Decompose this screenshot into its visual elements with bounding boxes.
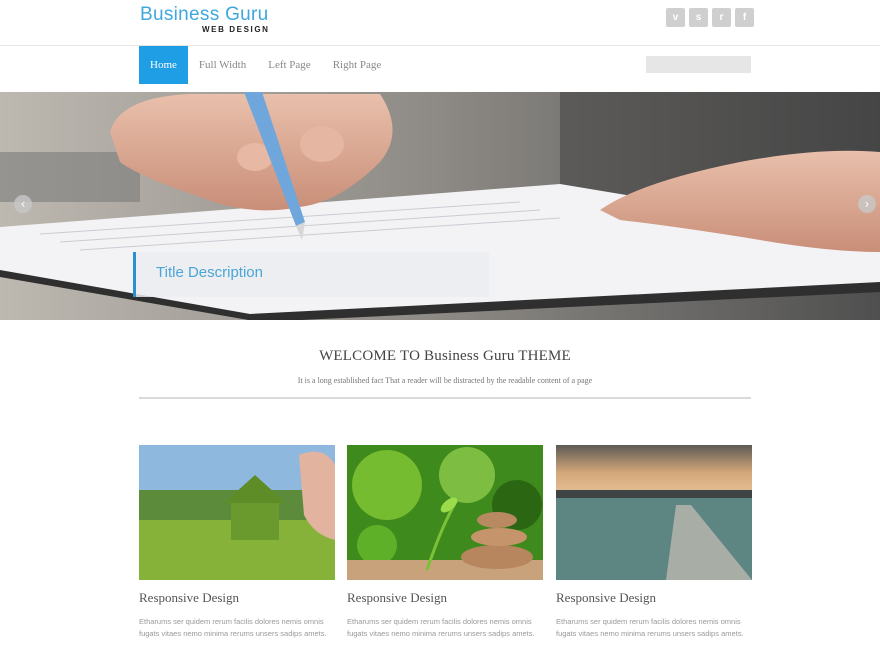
feature-card: Responsive Design Etharums ser quidem re…	[347, 445, 543, 640]
feature-text: Etharums ser quidem rerum facilis dolore…	[556, 617, 744, 638]
nav-item-left-page[interactable]: Left Page	[257, 46, 321, 84]
social-links: v s r f	[666, 8, 754, 27]
feature-text: Etharums ser quidem rerum facilis dolore…	[347, 617, 535, 638]
logo-title: Business Guru	[140, 4, 269, 25]
site-header: Business Guru WEB DESIGN v s r f	[0, 0, 880, 46]
search-input[interactable]	[646, 56, 751, 73]
feature-text: Etharums ser quidem rerum facilis dolore…	[139, 617, 327, 638]
feature-image-pier[interactable]	[556, 445, 752, 580]
hero-slider: Title Description ‹ ›	[0, 92, 880, 320]
nav-item-home[interactable]: Home	[139, 46, 188, 84]
feature-card: Responsive Design Etharums ser quidem re…	[556, 445, 752, 640]
vimeo-icon[interactable]: v	[666, 8, 685, 27]
chevron-right-icon[interactable]: ›	[858, 195, 876, 213]
section-divider	[139, 397, 751, 399]
feature-card: Responsive Design Etharums ser quidem re…	[139, 445, 335, 640]
slide-caption: Title Description	[133, 252, 489, 297]
welcome-title: WELCOME TO Business Guru THEME	[319, 348, 571, 364]
chevron-left-icon[interactable]: ‹	[14, 195, 32, 213]
feature-title: Responsive Design	[556, 590, 657, 605]
nav-item-right-page[interactable]: Right Page	[322, 46, 393, 84]
site-logo[interactable]: Business Guru WEB DESIGN	[140, 5, 290, 39]
slide-caption-text: Title Description	[156, 264, 263, 281]
skype-icon[interactable]: s	[689, 8, 708, 27]
facebook-icon[interactable]: f	[735, 8, 754, 27]
rss-icon[interactable]: r	[712, 8, 731, 27]
feature-image-stones[interactable]	[347, 445, 543, 580]
nav-item-full-width[interactable]: Full Width	[188, 46, 257, 84]
feature-title: Responsive Design	[139, 590, 240, 605]
feature-image-house[interactable]	[139, 445, 335, 580]
welcome-text: It is a long established fact That a rea…	[297, 376, 593, 385]
logo-subtitle: WEB DESIGN	[202, 25, 270, 34]
main-nav: Home Full Width Left Page Right Page	[0, 46, 880, 86]
feature-title: Responsive Design	[347, 590, 448, 605]
welcome-section: WELCOME TO Business Guru THEME It is a l…	[139, 348, 751, 385]
